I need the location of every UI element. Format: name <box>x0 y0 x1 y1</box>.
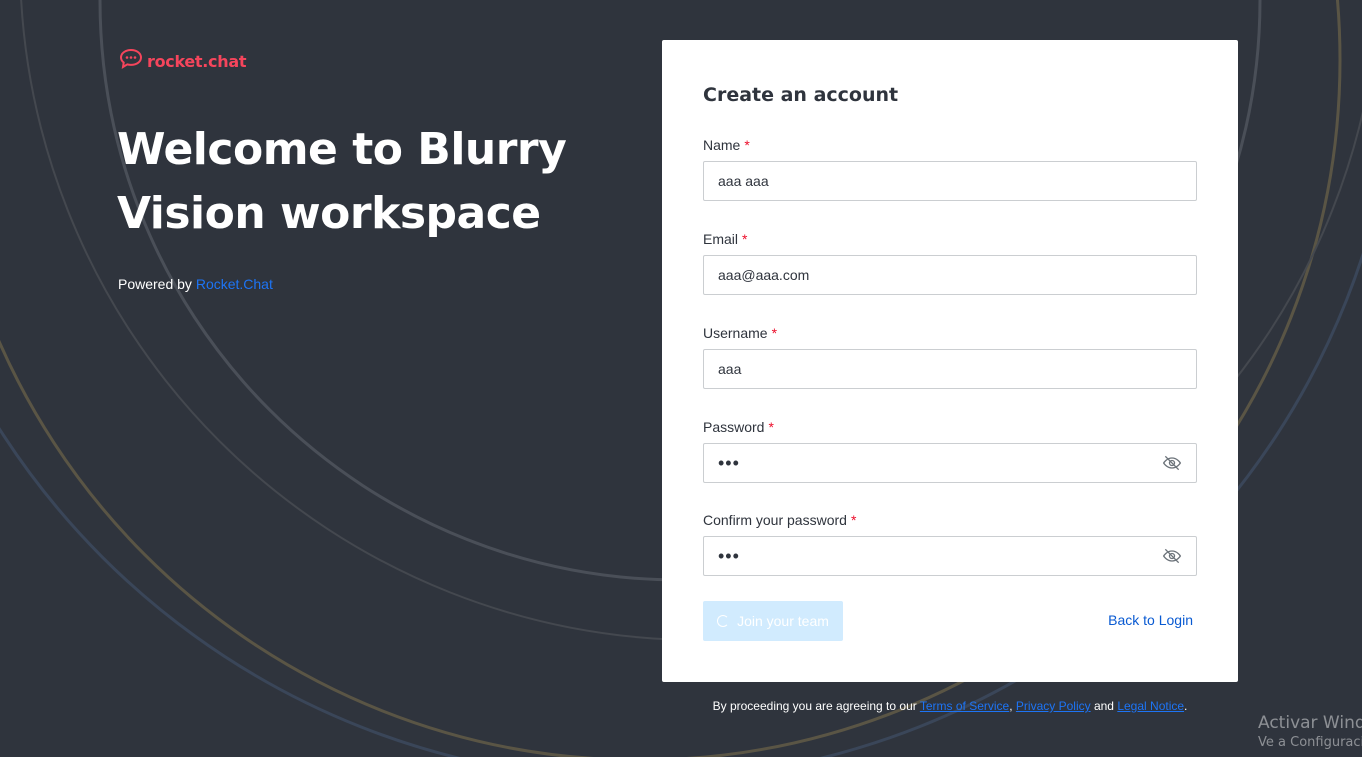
name-input-value: aaa aaa <box>718 173 769 189</box>
username-input[interactable]: aaa <box>703 349 1197 389</box>
name-input[interactable]: aaa aaa <box>703 161 1197 201</box>
logo-text: rocket.chat <box>147 51 247 71</box>
required-marker: * <box>744 137 750 153</box>
form-actions: Join your team Back to Login <box>703 601 1197 641</box>
username-label: Username * <box>703 324 1197 342</box>
watermark-title: Activar Windows <box>1258 713 1362 733</box>
required-marker: * <box>850 512 857 528</box>
required-marker: * <box>742 231 748 247</box>
email-field: Email * aaa@aaa.com <box>703 230 1197 295</box>
confirm-password-input-value: ••• <box>718 545 740 566</box>
watermark-subtitle: Ve a Configuración <box>1258 735 1362 750</box>
form-title: Create an account <box>703 84 899 106</box>
username-field: Username * aaa <box>703 324 1197 389</box>
terms-notice: By proceeding you are agreeing to our Te… <box>662 699 1238 713</box>
spinner-icon <box>717 615 730 627</box>
password-input-value: ••• <box>718 452 740 473</box>
join-button-label: Join your team <box>737 613 829 629</box>
registration-card: Create an account Name * aaa aaa Email * a… <box>662 40 1238 682</box>
name-label-text: Name <box>703 137 741 153</box>
password-label: Password * <box>703 418 1197 436</box>
powered-by-prefix: Powered by <box>118 276 192 292</box>
terms-of-service-link[interactable]: Terms of Service <box>920 699 1009 713</box>
privacy-policy-link[interactable]: Privacy Policy <box>1016 699 1091 713</box>
back-to-login-link[interactable]: Back to Login <box>1108 612 1193 628</box>
required-marker: * <box>768 419 774 435</box>
email-label-text: Email <box>703 231 739 247</box>
join-your-team-button[interactable]: Join your team <box>703 601 843 641</box>
eye-off-icon[interactable] <box>1162 453 1182 473</box>
required-marker: * <box>771 325 778 341</box>
password-label-text: Password <box>703 419 765 435</box>
registration-page: rocket.chat Welcome to Blurry Vision wor… <box>0 0 1362 757</box>
terms-and: and <box>1093 699 1114 713</box>
rocket-chat-link[interactable]: Rocket.Chat <box>196 276 273 292</box>
confirm-password-input[interactable]: ••• <box>703 536 1197 576</box>
email-input-value: aaa@aaa.com <box>718 267 810 283</box>
rocket-chat-logo: rocket.chat <box>119 48 246 74</box>
name-label: Name * <box>703 136 1197 154</box>
terms-suffix: . <box>1184 699 1188 713</box>
confirm-password-field: Confirm your password * ••• <box>703 511 1197 576</box>
terms-prefix: By proceeding you are agreeing to our <box>712 699 917 713</box>
email-input[interactable]: aaa@aaa.com <box>703 255 1197 295</box>
powered-by: Powered by Rocket.Chat <box>118 276 273 292</box>
welcome-heading: Welcome to Blurry Vision workspace <box>117 124 567 239</box>
eye-off-icon[interactable] <box>1162 546 1182 566</box>
username-input-value: aaa <box>718 361 742 377</box>
confirm-password-label: Confirm your password * <box>703 511 1197 529</box>
email-label: Email * <box>703 230 1197 248</box>
name-field: Name * aaa aaa <box>703 136 1197 201</box>
username-label-text: Username <box>703 325 768 341</box>
password-input[interactable]: ••• <box>703 443 1197 483</box>
password-field: Password * ••• <box>703 418 1197 483</box>
terms-comma: , <box>1009 699 1013 713</box>
legal-notice-link[interactable]: Legal Notice <box>1117 699 1184 713</box>
rocket-chat-logo-icon <box>119 48 143 74</box>
confirm-password-label-text: Confirm your password <box>703 512 847 528</box>
windows-activation-watermark: Activar Windows Ve a Configuración <box>1258 713 1362 750</box>
